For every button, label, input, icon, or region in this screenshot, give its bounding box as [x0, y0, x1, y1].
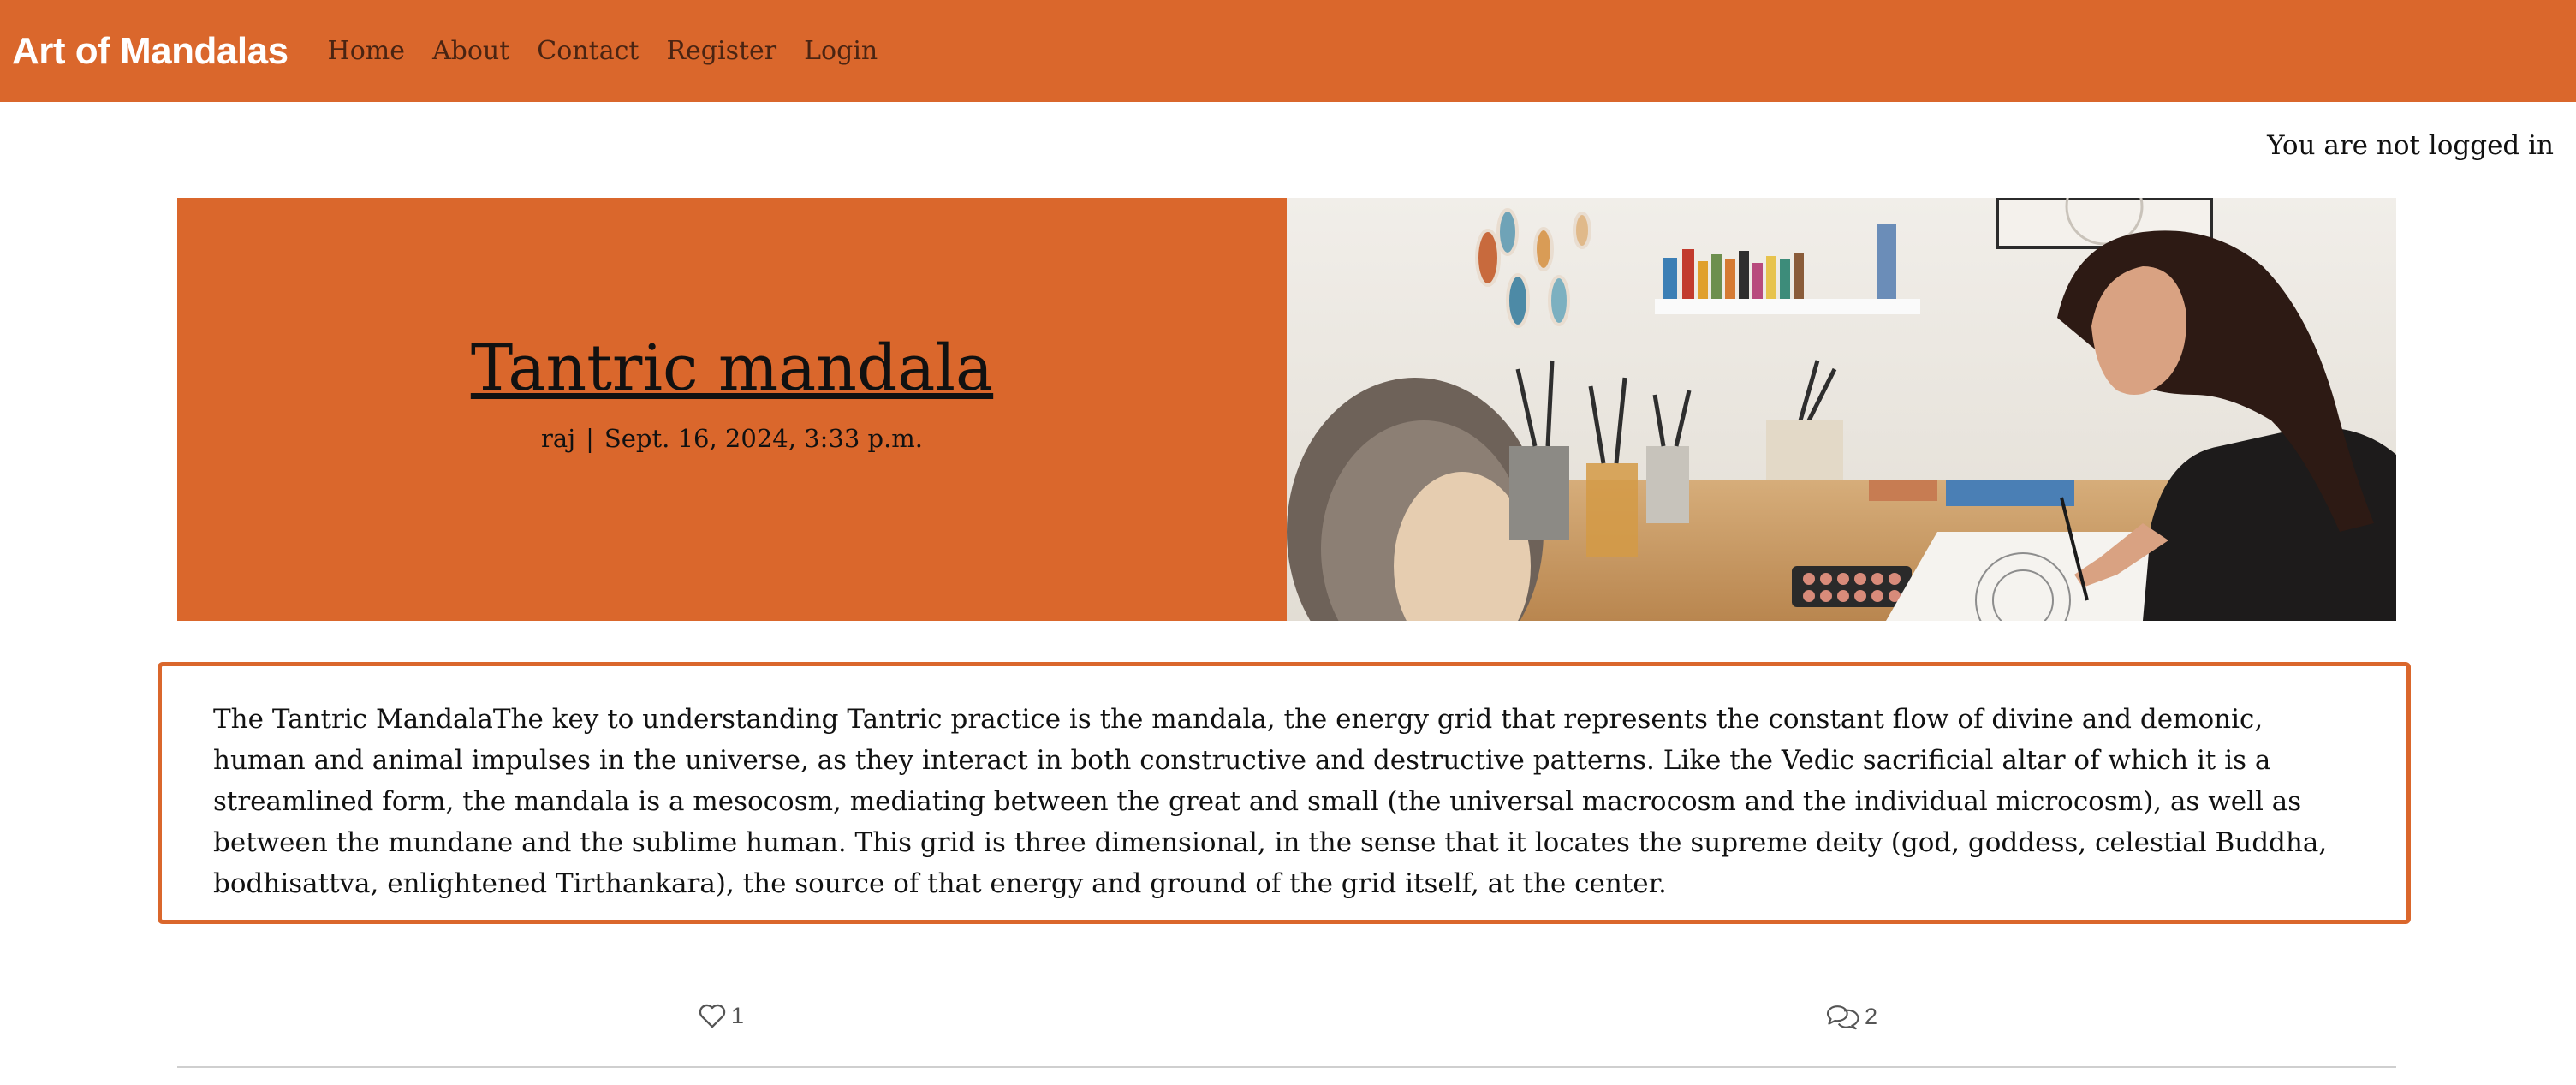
like-button[interactable]: 1 [697, 1002, 744, 1029]
nav-about[interactable]: About [432, 36, 509, 66]
meta-separator: | [586, 424, 594, 453]
artist-painting-mandala-photo [1287, 198, 2396, 621]
post-meta: raj | Sept. 16, 2024, 3:33 p.m. [541, 424, 923, 453]
post-featured-image [1287, 198, 2396, 621]
nav-links: Home About Contact Register Login [314, 36, 892, 66]
post-stats: 1 2 [177, 993, 2396, 1067]
post-hero: Tantric mandala raj | Sept. 16, 2024, 3:33… [177, 198, 2396, 621]
brand-logo[interactable]: Art of Mandalas [12, 30, 289, 73]
comments-icon [1826, 1005, 1859, 1030]
comment-count: 2 [1865, 1003, 1878, 1029]
post-title[interactable]: Tantric mandala [471, 331, 993, 405]
comments-button[interactable]: 2 [1823, 1002, 1877, 1031]
post-date: Sept. 16, 2024, 3:33 p.m. [604, 424, 924, 453]
nav-register[interactable]: Register [666, 36, 776, 66]
login-status: You are not logged in [2267, 130, 2554, 161]
post-header: Tantric mandala raj | Sept. 16, 2024, 3:33… [177, 198, 1287, 621]
navbar: Art of Mandalas Home About Contact Regis… [0, 0, 2576, 102]
like-count: 1 [731, 1002, 745, 1028]
post-author: raj [540, 424, 576, 453]
heart-icon [699, 1004, 726, 1028]
nav-login[interactable]: Login [804, 36, 878, 66]
nav-home[interactable]: Home [328, 36, 405, 66]
post-content-box: The Tantric MandalaThe key to understand… [158, 662, 2411, 924]
nav-contact[interactable]: Contact [537, 36, 639, 66]
stats-divider [177, 1066, 2396, 1068]
post-content: The Tantric MandalaThe key to understand… [213, 704, 2328, 899]
